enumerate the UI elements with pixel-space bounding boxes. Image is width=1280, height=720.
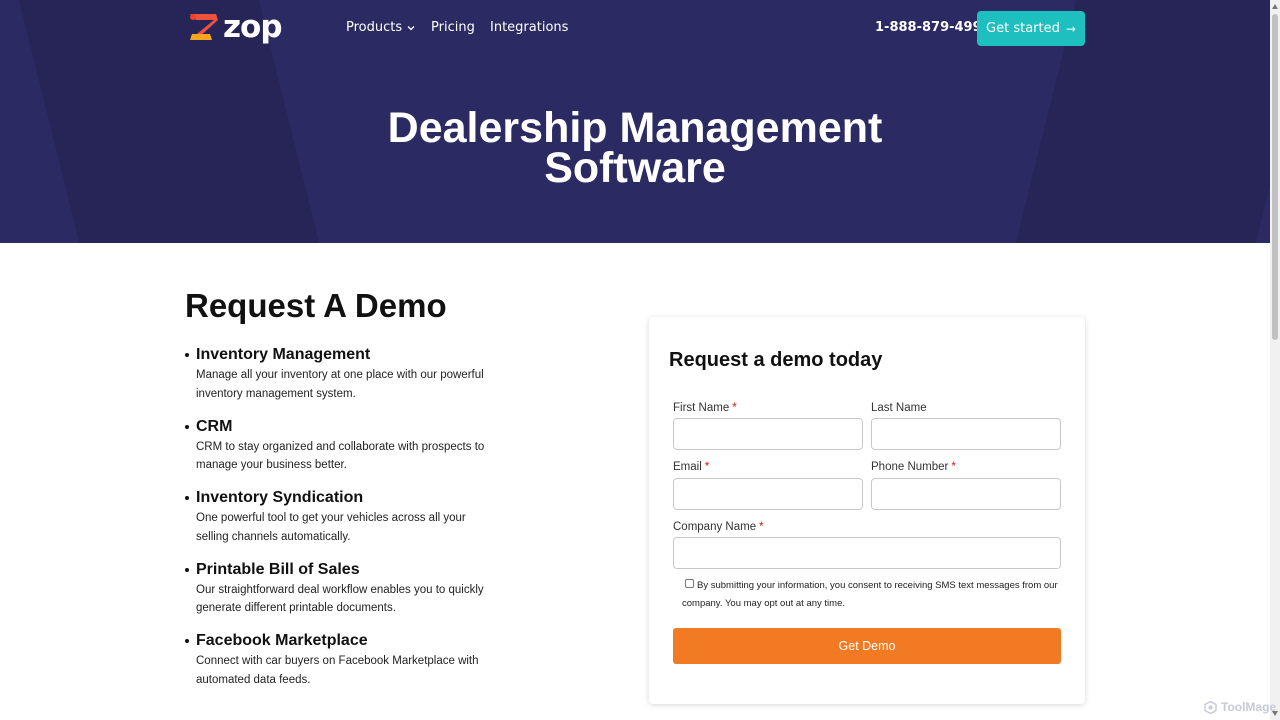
first-name-label-text: First Name (673, 402, 730, 414)
feature-description: CRM to stay organized and collaborate wi… (196, 440, 485, 472)
scrollbar-thumb[interactable] (1272, 14, 1278, 340)
chevron-down-icon (407, 26, 415, 31)
last-name-label: Last Name (871, 402, 927, 414)
nav-products-menu[interactable]: Products (346, 20, 415, 36)
nav-products-label: Products (346, 20, 403, 35)
required-mark: * (951, 461, 956, 473)
demo-form-card: Request a demo today First Name * Last Na… (649, 317, 1085, 704)
logo-text: zop (223, 8, 283, 45)
first-name-input[interactable] (673, 418, 863, 450)
required-mark: * (759, 521, 764, 533)
feature-title: Printable Bill of Sales (196, 560, 360, 578)
watermark-text: ToolMage (1221, 700, 1277, 714)
last-name-label-text: Last Name (871, 402, 927, 414)
required-mark: * (732, 402, 737, 414)
phone-number-label: Phone Number * (871, 461, 956, 473)
watermark: ToolMage (1204, 700, 1276, 714)
phone-number-label-text: Phone Number (871, 461, 949, 473)
feature-title: Inventory Syndication (196, 489, 364, 506)
page-title: Dealership Management Software (335, 107, 935, 190)
consent-text: By submitting your information, you cons… (682, 580, 1058, 609)
feature-title: Facebook Marketplace (196, 632, 368, 649)
nav-integrations-link[interactable]: Integrations (490, 20, 568, 36)
first-name-label: First Name * (673, 402, 737, 414)
watermark-logo-icon (1204, 700, 1217, 714)
page-title-line-2: Software (544, 144, 726, 192)
phone-link[interactable]: 1-888-879-4994 (875, 20, 991, 35)
email-label: Email * (673, 461, 709, 473)
feature-description: Connect with car buyers on Facebook Mark… (196, 655, 479, 686)
feature-description: Our straightforward deal workflow enable… (196, 583, 484, 615)
get-started-button[interactable]: Get started → (977, 11, 1085, 46)
company-name-label-text: Company Name (673, 521, 757, 533)
scroll-up-arrow-icon[interactable] (1272, 4, 1278, 9)
feature-title: CRM (196, 417, 233, 435)
page-scrollbar[interactable] (1270, 0, 1280, 720)
get-started-label: Get started (986, 21, 1060, 36)
feature-list: Inventory Management Manage all your inv… (185, 344, 515, 702)
zop-logo-icon (190, 14, 218, 40)
required-mark: * (704, 461, 710, 473)
feature-description: One powerful tool to get your vehicles a… (196, 512, 466, 543)
feature-description: Manage all your inventory at one place w… (196, 369, 484, 400)
top-nav: zop Products Pricing Integrations 1-888-… (0, 0, 1270, 58)
hero-section: zop Products Pricing Integrations 1-888-… (0, 0, 1270, 243)
form-title: Request a demo today (669, 349, 883, 371)
email-input[interactable] (673, 478, 863, 510)
nav-pricing-link[interactable]: Pricing (431, 20, 475, 36)
feature-item-facebook-marketplace: Facebook Marketplace Connect with car bu… (185, 630, 515, 702)
feature-item-inventory-syndication: Inventory Syndication One powerful tool … (185, 487, 515, 559)
arrow-right-icon: → (1065, 21, 1076, 36)
company-name-input[interactable] (673, 537, 1061, 569)
feature-item-crm: CRM CRM to stay organized and collaborat… (185, 416, 515, 488)
phone-number-input[interactable] (871, 478, 1061, 510)
get-demo-button[interactable]: Get Demo (673, 628, 1061, 664)
email-label-text: Email (673, 461, 702, 473)
feature-title: Inventory Management (196, 346, 371, 363)
feature-item-printable-bill-of-sales: Printable Bill of Sales Our straightforw… (185, 559, 515, 631)
logo[interactable]: zop (188, 10, 284, 44)
request-demo-heading: Request A Demo (185, 287, 447, 324)
feature-item-inventory-management: Inventory Management Manage all your inv… (185, 344, 515, 416)
last-name-input[interactable] (871, 418, 1061, 450)
company-name-label: Company Name * (673, 521, 764, 533)
